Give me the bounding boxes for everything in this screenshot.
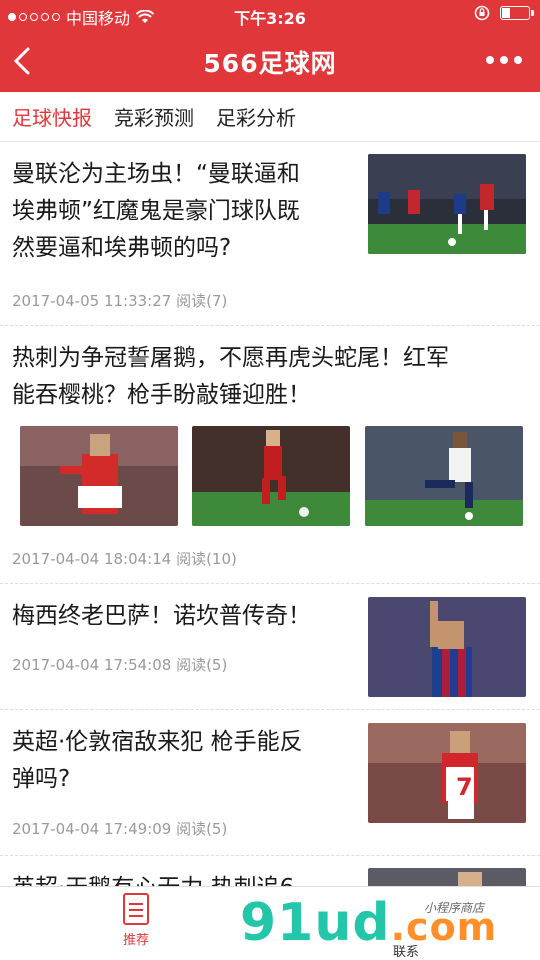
bottom-tab-bar: 推荐 联系 91ud.com 小程序商店 (0, 886, 540, 960)
article-meta: 2017-04-04 18:04:14 阅读(10) (12, 550, 237, 568)
tab-recommend[interactable]: 推荐 (96, 893, 176, 948)
tab-lottery-analysis[interactable]: 足彩分析 (216, 102, 296, 131)
tab-lottery-prediction[interactable]: 竞彩预测 (114, 102, 194, 131)
article-item[interactable]: 曼联沦为主场虫！“曼联逼和 埃弗顿”红魔鬼是豪门球队既 然要逼和埃弗顿的吗? 2… (0, 142, 540, 326)
more-dot-icon (500, 56, 508, 64)
tab-football-news[interactable]: 足球快报 (12, 102, 92, 131)
document-icon (123, 893, 149, 925)
category-tabs: 足球快报 竞彩预测 足彩分析 (0, 92, 540, 142)
rotation-lock-icon (474, 5, 490, 21)
status-right (474, 5, 534, 21)
article-item[interactable]: 梅西终老巴萨！诺坎普传奇！ 2017-04-04 17:54:08 阅读(5) (0, 584, 540, 710)
article-thumbnail (192, 426, 350, 526)
article-title: 热刺为争冠誓屠鹅，不愿再虎头蛇尾！红军 能吞樱桃？枪手盼敲锤迎胜！ (12, 345, 449, 408)
article-item[interactable]: 热刺为争冠誓屠鹅，不愿再虎头蛇尾！红军 能吞樱桃？枪手盼敲锤迎胜！ 2017-0… (0, 326, 540, 584)
more-dot-icon (514, 56, 522, 64)
watermark-tagline: 小程序商店 (424, 901, 485, 915)
article-thumbnail (20, 426, 178, 526)
status-time: 下午3:26 (234, 9, 306, 28)
nav-bar: 566足球网 (0, 30, 540, 92)
article-thumbnail (365, 426, 523, 526)
more-menu-button[interactable] (486, 56, 522, 64)
article-title: 曼联沦为主场虫！“曼联逼和 埃弗顿”红魔鬼是豪门球队既 然要逼和埃弗顿的吗? (12, 161, 300, 261)
page-title: 566足球网 (203, 49, 337, 78)
article-title: 梅西终老巴萨！诺坎普传奇！ (12, 603, 311, 629)
article-meta: 2017-04-04 17:49:09 阅读(5) (12, 820, 228, 838)
article-thumbnail: 7 (368, 723, 526, 823)
article-meta: 2017-04-05 11:33:27 阅读(7) (12, 292, 228, 310)
status-bar: 中国移动 下午3:26 (0, 0, 540, 30)
article-item[interactable]: 英超·伦敦宿敌来犯 枪手能反 弹吗? 2017-04-04 17:49:09 阅… (0, 710, 540, 856)
tab-recommend-label: 推荐 (122, 933, 149, 948)
article-thumbnail (368, 597, 526, 697)
article-title: 英超·伦敦宿敌来犯 枪手能反 弹吗? (12, 729, 303, 792)
article-meta: 2017-04-04 17:54:08 阅读(5) (12, 656, 228, 674)
svg-text:7: 7 (456, 773, 473, 801)
battery-icon (500, 6, 534, 20)
more-dot-icon (486, 56, 494, 64)
article-thumbnail (368, 154, 526, 254)
